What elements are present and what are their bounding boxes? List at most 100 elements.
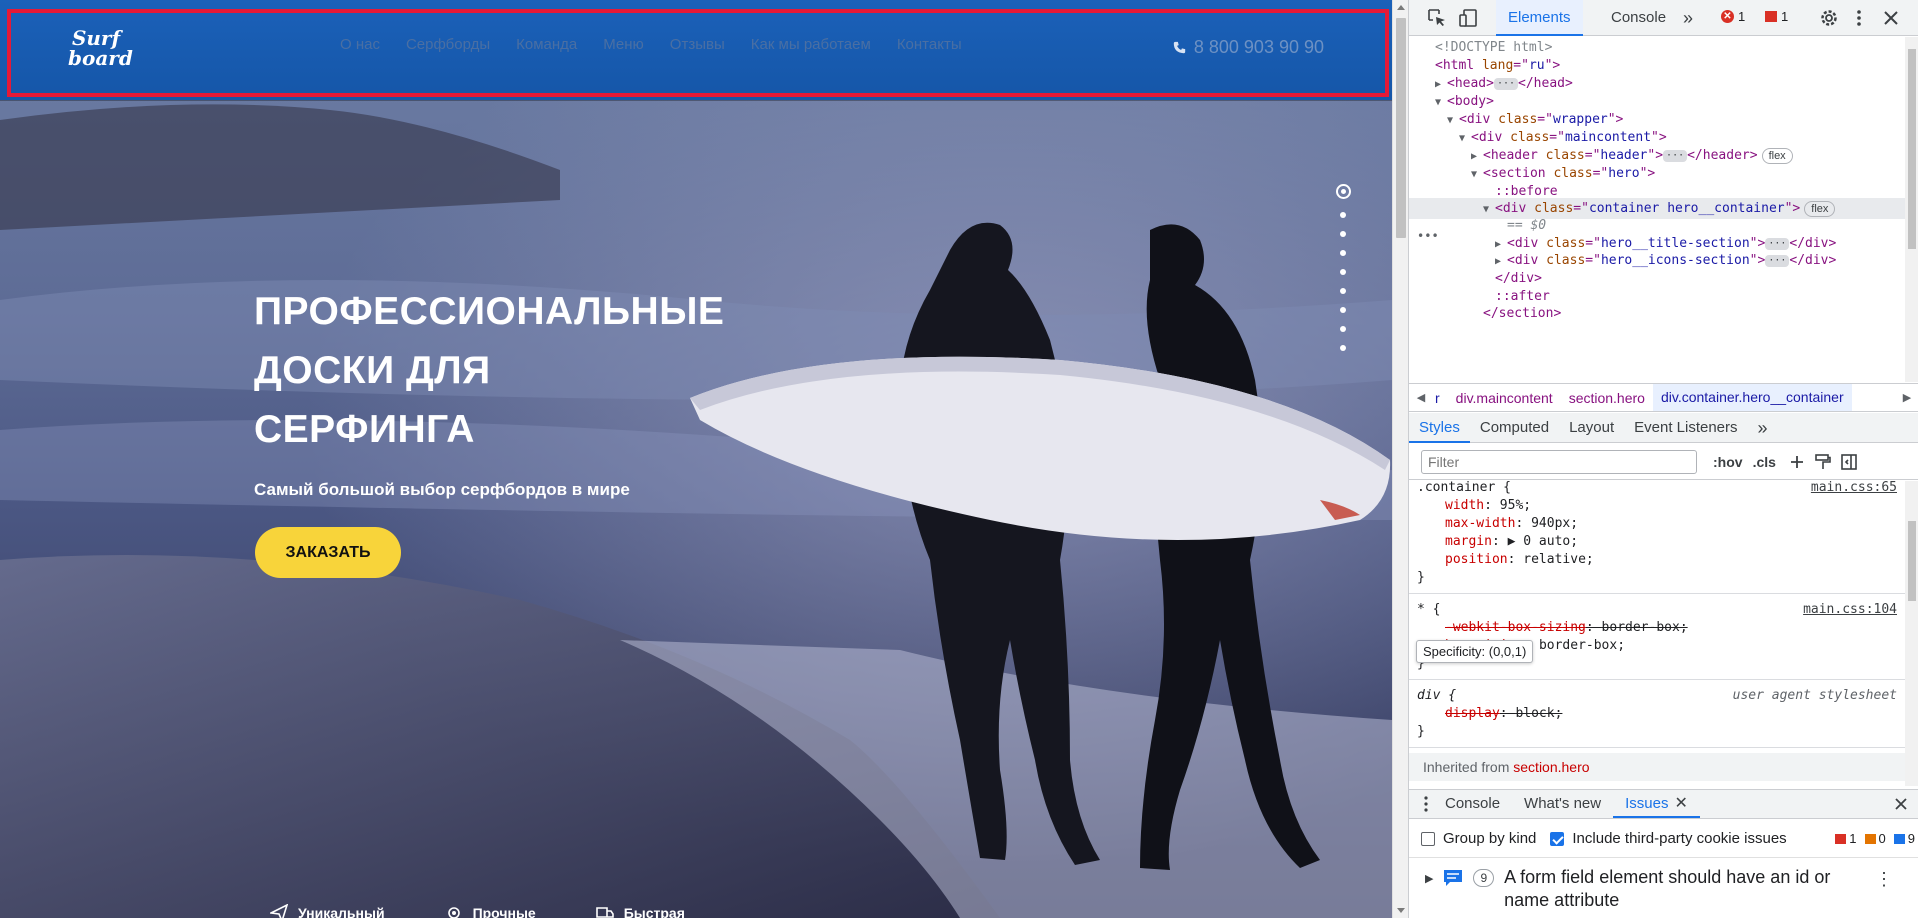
slider-dot-active[interactable] bbox=[1335, 184, 1351, 199]
tab-layout[interactable]: Layout bbox=[1559, 413, 1624, 443]
breadcrumb-left-arrow-icon[interactable]: ◀ bbox=[1409, 384, 1433, 411]
header-phone[interactable]: 8 800 903 90 90 bbox=[1173, 37, 1324, 58]
slider-dot[interactable] bbox=[1340, 345, 1346, 351]
nav-link-about[interactable]: О нас bbox=[340, 36, 380, 53]
close-drawer-icon[interactable] bbox=[1893, 796, 1909, 812]
error-badge[interactable]: ✕ 1 bbox=[1721, 9, 1745, 24]
dom-token: container hero__container bbox=[1588, 201, 1785, 216]
logo-line-surf: Surf bbox=[71, 26, 121, 50]
breadcrumb-item[interactable]: div.maincontent bbox=[1448, 390, 1561, 406]
tab-styles[interactable]: Styles bbox=[1409, 413, 1470, 443]
drawer-tab-console[interactable]: Console bbox=[1433, 790, 1512, 818]
slider-dot[interactable] bbox=[1340, 269, 1346, 275]
dom-token: </div> bbox=[1495, 271, 1542, 286]
nav-link-menu[interactable]: Меню bbox=[603, 36, 644, 53]
dom-token: =" bbox=[1513, 58, 1529, 73]
collapsed-ellipsis[interactable]: ··· bbox=[1493, 77, 1519, 90]
tab-computed[interactable]: Computed bbox=[1470, 413, 1559, 443]
slider-dot[interactable] bbox=[1340, 288, 1346, 294]
drawer-tab-issues[interactable]: Issues ✕ bbox=[1613, 790, 1700, 818]
collapsed-ellipsis[interactable]: ··· bbox=[1663, 149, 1688, 162]
nav-link-reviews[interactable]: Отзывы bbox=[670, 36, 725, 53]
dom-token: class bbox=[1534, 201, 1574, 216]
nav-link-team[interactable]: Команда bbox=[516, 36, 577, 53]
css-source-link[interactable]: main.css:104 bbox=[1803, 601, 1897, 619]
css-declaration[interactable]: -webkit-box-sizing: border-box; bbox=[1409, 619, 1905, 637]
paint-brush-icon[interactable] bbox=[1814, 453, 1832, 471]
scroll-thumb[interactable] bbox=[1908, 521, 1916, 601]
toggle-sidebar-icon[interactable] bbox=[1840, 453, 1858, 471]
dom-token: "> bbox=[1639, 166, 1656, 181]
dom-token: =" bbox=[1585, 253, 1601, 268]
issue-item[interactable]: ▶ 9 A form field element should have an … bbox=[1409, 860, 1918, 918]
drawer-tab-whats-new[interactable]: What's new bbox=[1512, 790, 1613, 818]
breadcrumb-label: section.hero bbox=[1568, 389, 1645, 406]
settings-gear-icon[interactable] bbox=[1819, 8, 1839, 28]
nav-link-how-we-work[interactable]: Как мы работаем bbox=[751, 36, 871, 53]
site-logo[interactable]: Surf board bbox=[68, 26, 133, 68]
kebab-menu-icon[interactable] bbox=[1849, 8, 1869, 28]
scroll-thumb[interactable] bbox=[1396, 18, 1406, 238]
device-toolbar-icon[interactable] bbox=[1459, 8, 1479, 28]
css-declaration[interactable]: margin: ▶ 0 auto; bbox=[1409, 533, 1905, 551]
slider-dot[interactable] bbox=[1340, 231, 1346, 237]
page-scrollbar[interactable] bbox=[1392, 0, 1408, 918]
css-declaration[interactable]: position: relative; bbox=[1409, 551, 1905, 569]
hov-toggle[interactable]: :hov bbox=[1713, 454, 1743, 470]
nav-link-surfboards[interactable]: Серфборды bbox=[406, 36, 490, 53]
css-selector[interactable]: * { bbox=[1417, 602, 1440, 617]
third-party-checkbox[interactable] bbox=[1550, 831, 1565, 846]
tab-console[interactable]: Console bbox=[1599, 0, 1678, 36]
css-declaration[interactable]: width: 95%; bbox=[1409, 497, 1905, 515]
inspect-element-icon[interactable] bbox=[1427, 8, 1447, 28]
breadcrumb-item[interactable]: section.hero bbox=[1561, 390, 1653, 406]
css-rule: div {user agent stylesheet display: block… bbox=[1409, 681, 1905, 748]
css-declaration[interactable]: max-width: 940px; bbox=[1409, 515, 1905, 533]
styles-filter-input[interactable] bbox=[1421, 449, 1697, 474]
drawer-menu-icon[interactable] bbox=[1419, 795, 1433, 813]
specificity-tooltip: Specificity: (0,0,1) bbox=[1416, 640, 1534, 663]
cls-toggle[interactable]: .cls bbox=[1753, 454, 1776, 470]
add-rule-icon[interactable] bbox=[1788, 453, 1806, 471]
nav-link-contacts[interactable]: Контакты bbox=[897, 36, 962, 53]
css-property-value: 95%; bbox=[1499, 498, 1532, 513]
css-selector[interactable]: .container { bbox=[1417, 481, 1511, 495]
expand-triangle-icon[interactable]: ▶ bbox=[1425, 872, 1433, 885]
collapsed-ellipsis[interactable]: ··· bbox=[1765, 237, 1790, 250]
flex-badge[interactable]: flex bbox=[1804, 200, 1836, 217]
breadcrumb-right-arrow-icon[interactable]: ▶ bbox=[1895, 384, 1918, 411]
inherited-from-link[interactable]: section.hero bbox=[1513, 759, 1589, 775]
breadcrumb-item[interactable]: r bbox=[1433, 390, 1448, 406]
dom-node[interactable]: </section> bbox=[1409, 303, 1561, 324]
group-by-kind-checkbox[interactable] bbox=[1421, 831, 1435, 846]
order-button[interactable]: ЗАКАЗАТЬ bbox=[255, 527, 401, 578]
dom-tree-scrollbar[interactable] bbox=[1905, 37, 1918, 382]
css-source-link[interactable]: main.css:65 bbox=[1811, 481, 1897, 497]
scroll-up-arrow-icon[interactable] bbox=[1397, 5, 1405, 10]
close-devtools-icon[interactable] bbox=[1881, 8, 1901, 28]
dom-token: <header bbox=[1483, 148, 1546, 163]
dom-token: hero bbox=[1608, 166, 1640, 181]
issue-kebab-icon[interactable]: ⋮ bbox=[1875, 869, 1893, 890]
tab-elements[interactable]: Elements bbox=[1496, 0, 1583, 36]
breadcrumb-label: div.container.hero__container bbox=[1660, 389, 1844, 405]
slider-dot[interactable] bbox=[1340, 326, 1346, 332]
css-property-name: margin bbox=[1445, 534, 1492, 549]
styles-scrollbar[interactable] bbox=[1905, 481, 1918, 786]
warning-badge[interactable]: 1 bbox=[1765, 9, 1788, 24]
css-selector[interactable]: div { bbox=[1417, 688, 1456, 703]
slider-dot[interactable] bbox=[1340, 212, 1346, 218]
tab-event-listeners[interactable]: Event Listeners bbox=[1624, 413, 1747, 443]
collapsed-ellipsis[interactable]: ··· bbox=[1765, 254, 1790, 267]
scroll-down-arrow-icon[interactable] bbox=[1397, 908, 1405, 913]
breadcrumb-item-active[interactable]: div.container.hero__container bbox=[1652, 384, 1852, 411]
scroll-thumb[interactable] bbox=[1908, 49, 1916, 249]
slider-dot[interactable] bbox=[1340, 250, 1346, 256]
more-tabs-chevron-icon[interactable]: » bbox=[1671, 0, 1705, 36]
flex-badge[interactable]: flex bbox=[1761, 147, 1793, 164]
more-sub-tabs-chevron-icon[interactable]: » bbox=[1748, 413, 1778, 443]
group-by-kind-label: Group by kind bbox=[1443, 830, 1537, 847]
css-declaration[interactable]: display: block; bbox=[1409, 705, 1905, 723]
close-tab-icon[interactable]: ✕ bbox=[1674, 795, 1687, 812]
slider-dot[interactable] bbox=[1340, 307, 1346, 313]
